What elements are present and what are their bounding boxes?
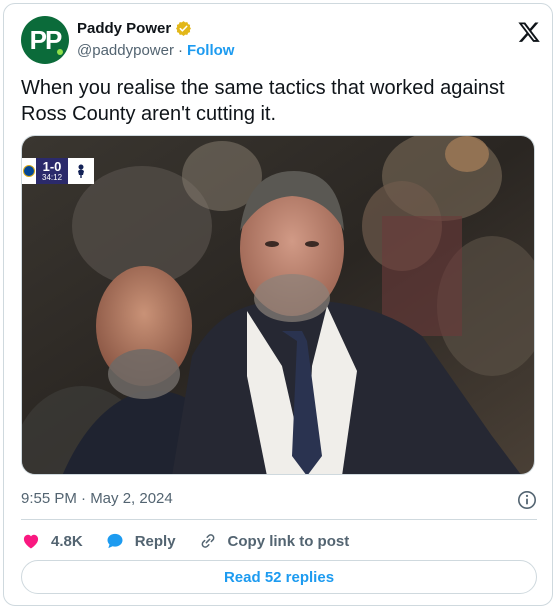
author-display-name[interactable]: Paddy Power [77,20,171,37]
match-score: 1-0 [42,158,62,174]
away-team-crest [68,158,95,184]
home-team-crest [22,158,36,184]
handle-row: @paddypower · Follow [77,42,234,59]
post-header: PP Paddy Power @paddypower · Follow [21,16,541,66]
like-count: 4.8K [51,532,83,550]
info-icon[interactable] [517,490,537,510]
reply-button[interactable]: Reply [105,531,176,551]
post-meta-row: 9:55 PM · May 2, 2024 [21,490,537,510]
embedded-post-card: PP Paddy Power @paddypower · Follow When… [3,3,553,606]
heart-icon [23,534,39,549]
name-row: Paddy Power [77,20,192,37]
scoreboard-overlay: 1-0 34:12 [22,158,95,184]
home-crest-icon [23,165,35,177]
score-panel: 1-0 34:12 [36,158,69,184]
post-media-image[interactable]: 1-0 34:12 [21,135,535,475]
post-timestamp[interactable]: 9:55 PM · May 2, 2024 [21,490,173,507]
avatar-dot-decoration [57,49,63,55]
copy-link-label: Copy link to post [227,532,350,550]
read-replies-button[interactable]: Read 52 replies [21,560,537,594]
copy-link-button[interactable]: Copy link to post [198,531,350,551]
reply-label: Reply [134,532,176,550]
divider [21,519,537,520]
x-logo-icon[interactable] [517,20,541,44]
separator-dot: · [177,42,183,59]
verified-badge-icon [176,21,192,36]
avatar-initials: PP [29,24,63,55]
speech-bubble-icon [107,533,123,549]
author-handle[interactable]: @paddypower [77,42,174,59]
link-icon [201,534,214,548]
football-manager-photo [22,136,534,474]
cockerel-crest-icon [78,164,85,178]
avatar[interactable]: PP [21,16,69,64]
post-text: When you realise the same tactics that w… [21,77,505,125]
post-actions: 4.8K Reply Copy link to post [21,529,371,553]
follow-button[interactable]: Follow [187,42,235,59]
like-button[interactable]: 4.8K [21,531,83,551]
match-clock: 34:12 [42,172,63,182]
